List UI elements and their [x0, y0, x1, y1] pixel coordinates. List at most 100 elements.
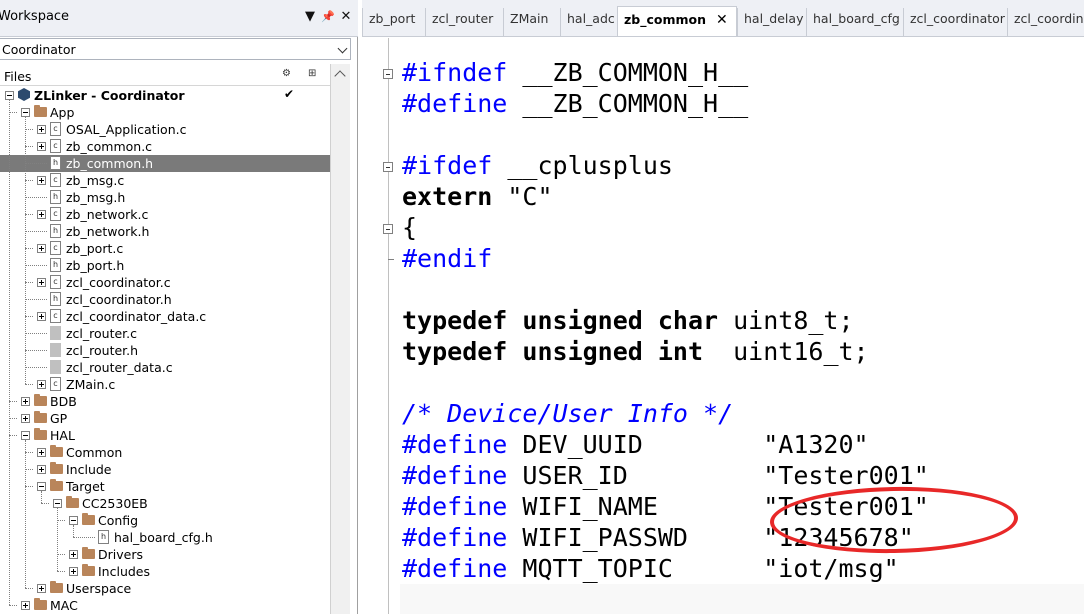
collapse-icon[interactable]: [37, 482, 46, 491]
expand-icon[interactable]: [37, 465, 46, 474]
tab-label: zcl_coordinator: [1014, 11, 1084, 26]
tree-row[interactable]: h zb_port.h: [0, 257, 330, 274]
tree-row[interactable]: h zcl_coordinator.h: [0, 291, 330, 308]
expand-icon[interactable]: [37, 176, 46, 185]
chevron-up-icon[interactable]: [334, 70, 346, 82]
tree-row[interactable]: MAC: [0, 597, 330, 614]
tree-row[interactable]: zcl_router_data.c: [0, 359, 330, 376]
tree-item-label: BDB: [50, 394, 77, 409]
collapse-icon[interactable]: [21, 108, 30, 117]
expand-icon[interactable]: [37, 142, 46, 151]
tab-zcl-coordinator[interactable]: zcl_coordinator: [903, 8, 1007, 36]
tree-item-label: Include: [66, 462, 112, 477]
tree-connector: [25, 197, 47, 198]
tree-row[interactable]: c zcl_coordinator.c: [0, 274, 330, 291]
tree-row[interactable]: HAL: [0, 427, 330, 444]
tree-connector: [57, 508, 58, 571]
tree-item-label: zcl_coordinator_data.c: [66, 309, 207, 324]
tree-item-label: Userspace: [66, 581, 132, 596]
code-token: __ZB_COMMON_H__: [507, 58, 749, 87]
tree-scrollbar[interactable]: [330, 64, 350, 614]
tree-row[interactable]: GP: [0, 410, 330, 427]
expand-icon[interactable]: [69, 550, 78, 559]
pin-icon[interactable]: 📌: [320, 8, 336, 26]
code-line: typedef unsigned char uint8_t;: [402, 305, 854, 336]
tab-zcl-coordinator[interactable]: zcl_coordinator: [1007, 8, 1084, 36]
tab-zcl-router[interactable]: zcl_router: [425, 8, 503, 36]
folder-icon: [82, 513, 95, 525]
folder-icon: [50, 445, 63, 457]
tab-hal-adc[interactable]: hal_adc: [560, 8, 617, 36]
tree-item-label: hal_board_cfg.h: [114, 530, 213, 545]
code-line: #ifdef __cplusplus: [402, 150, 673, 181]
tab-hal-board-cfg[interactable]: hal_board_cfg: [806, 8, 903, 36]
tree-row[interactable]: Common: [0, 444, 330, 461]
tree-row[interactable]: ZLinker - Coordinator ✔: [0, 87, 330, 104]
expand-icon[interactable]: [37, 278, 46, 287]
expand-icon[interactable]: [37, 448, 46, 457]
tree-row[interactable]: h zb_network.h: [0, 223, 330, 240]
fold-icon[interactable]: [383, 224, 393, 234]
tree-row[interactable]: zcl_router.h: [0, 342, 330, 359]
tree-row[interactable]: c zb_port.c: [0, 240, 330, 257]
fold-icon[interactable]: [383, 162, 393, 172]
tree-item-label: HAL: [50, 428, 75, 443]
tree-row[interactable]: Target: [0, 478, 330, 495]
tree-row[interactable]: c zb_common.c: [0, 138, 330, 155]
fold-icon[interactable]: [383, 69, 393, 79]
close-icon[interactable]: ✕: [338, 8, 354, 26]
tree-row[interactable]: c zb_network.c: [0, 206, 330, 223]
tree-row[interactable]: Drivers: [0, 546, 330, 563]
folder-icon: [34, 394, 47, 406]
collapse-icon[interactable]: [53, 499, 62, 508]
collapse-icon[interactable]: [21, 431, 30, 440]
tree-row[interactable]: Config: [0, 512, 330, 529]
expand-icon[interactable]: [37, 244, 46, 253]
grid-icon[interactable]: ⊞: [308, 68, 316, 79]
tree-row[interactable]: c zcl_coordinator_data.c: [0, 308, 330, 325]
tree-item-label: Config: [98, 513, 139, 528]
tree-row[interactable]: Userspace: [0, 580, 330, 597]
collapse-icon[interactable]: [69, 516, 78, 525]
settings-icon[interactable]: ⚙: [282, 68, 291, 79]
tree-item-label: App: [50, 105, 75, 120]
tree-row[interactable]: zcl_router.c: [0, 325, 330, 342]
expand-icon[interactable]: [37, 584, 46, 593]
folder-icon: [50, 581, 63, 593]
tree-row[interactable]: h hal_board_cfg.h: [0, 529, 330, 546]
dropdown-arrow-icon[interactable]: ▼: [302, 8, 318, 26]
expand-icon[interactable]: [21, 397, 30, 406]
code-line: #define DEV_UUID "A1320": [402, 429, 869, 460]
tree-row[interactable]: Includes: [0, 563, 330, 580]
expand-icon[interactable]: [21, 601, 30, 610]
close-icon[interactable]: ✕: [716, 12, 728, 28]
expand-icon[interactable]: [37, 380, 46, 389]
tree-row[interactable]: BDB: [0, 393, 330, 410]
tree-row[interactable]: h zb_common.h: [0, 155, 330, 172]
tree-row[interactable]: App: [0, 104, 330, 121]
c-file-icon: c: [50, 241, 61, 255]
code-line: typedef unsigned int uint16_t;: [402, 336, 869, 367]
expand-icon[interactable]: [37, 312, 46, 321]
tree-row[interactable]: c zb_msg.c: [0, 172, 330, 189]
expand-icon[interactable]: [21, 414, 30, 423]
code-line: /* Device/User Info */: [402, 398, 733, 429]
tab-hal-delay[interactable]: hal_delay: [737, 8, 806, 36]
code-token: MQTT_TOPIC "iot/msg": [507, 554, 899, 583]
expand-icon[interactable]: [37, 125, 46, 134]
tab-zb-port[interactable]: zb_port: [362, 8, 425, 36]
tree-row[interactable]: h zb_msg.h: [0, 189, 330, 206]
tree-connector: [25, 588, 33, 589]
configuration-select[interactable]: Coordinator: [0, 38, 351, 60]
expand-icon[interactable]: [69, 567, 78, 576]
collapse-icon[interactable]: [5, 91, 14, 100]
tree-row[interactable]: c OSAL_Application.c: [0, 121, 330, 138]
code-token: uint16_t;: [703, 337, 869, 366]
tree-row[interactable]: CC2530EB: [0, 495, 330, 512]
tab-zb-common[interactable]: zb_common ✕: [617, 6, 737, 36]
tree-row[interactable]: Include: [0, 461, 330, 478]
expand-icon[interactable]: [37, 210, 46, 219]
tree-row[interactable]: c ZMain.c: [0, 376, 330, 393]
c-file-icon: c: [50, 377, 61, 391]
tab-ZMain[interactable]: ZMain: [503, 8, 560, 36]
